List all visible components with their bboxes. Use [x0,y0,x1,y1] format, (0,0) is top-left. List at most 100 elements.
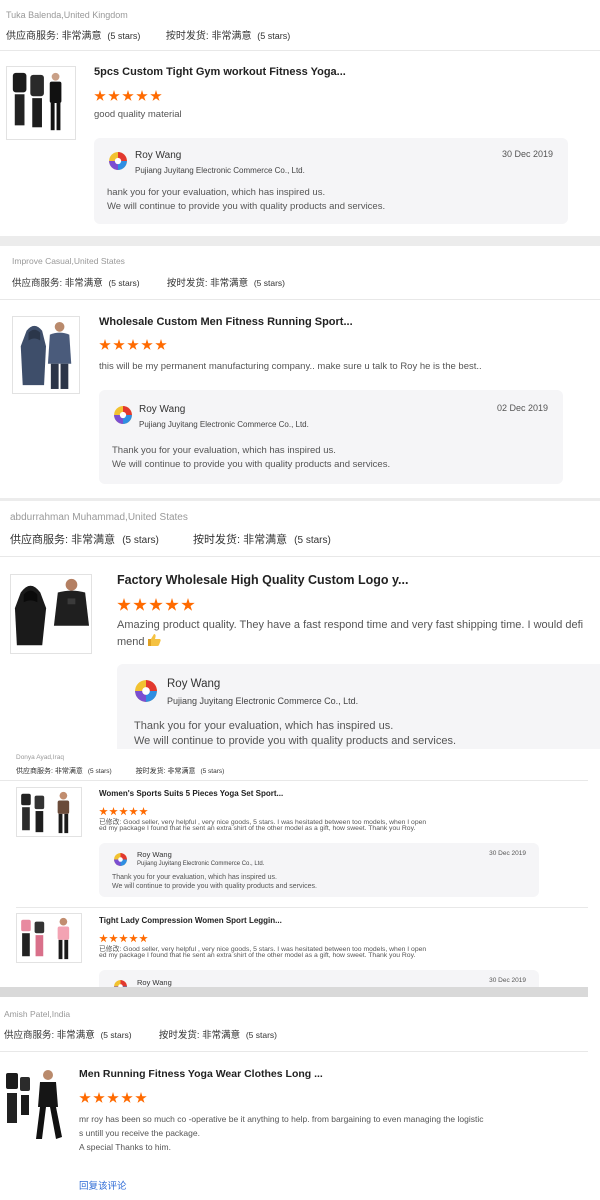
seller-reply: Roy Wang Pujiang Juyitang Electronic Com… [99,390,563,484]
reviewer-name: Amish Patel,India [4,1009,71,1019]
review-text-line-1: Amazing product quality. They have a fas… [117,619,584,631]
reply-company: Pujiang Juyitang Electronic Commerce Co.… [137,861,265,867]
product-thumbnail[interactable] [16,913,82,963]
reply-author: Roy Wang [137,850,172,859]
reply-company: Pujiang Juyitang Electronic Commerce Co.… [139,420,309,429]
shipping-value: 非常满意 [211,31,252,42]
star-icon [99,807,108,816]
product-thumbnail[interactable] [10,574,92,654]
rating-stars [117,598,197,616]
star-icon [139,807,148,816]
star-icon [117,598,131,611]
reply-line-2: We will continue to provide you with qua… [112,883,317,890]
review-text: good quality material [94,109,182,120]
seller-avatar [114,406,132,424]
rating-stars [94,90,164,106]
review-card: Tuka Balenda,United Kingdom 供应商服务: 非常满意 … [0,0,600,236]
supplier-service-label: 供应商服务: [16,768,53,775]
reviewer-name: abdurrahman Muhammad,United States [10,512,188,523]
star-icon [136,90,148,101]
seller-avatar [135,680,157,702]
supplier-service-stars: (5 stars) [122,535,159,546]
star-icon [107,1092,119,1103]
review-card: Amish Patel,India 供应商服务: 非常满意 (5 stars) … [0,997,588,1200]
shipping-label: 按时发货: [165,31,209,42]
review-text-line-2: ed my package I found that he sent an ex… [99,952,416,959]
star-icon [121,1092,133,1103]
star-icon [139,934,148,943]
reply-line-2: We will continue to provide you with qua… [112,459,391,470]
review-text-line-2: mend [117,634,161,648]
shipping-stars: (5 stars) [253,278,285,288]
review-card: Improve Casual,United States 供应商服务: 非常满意… [0,246,600,498]
star-icon [129,807,138,816]
supplier-service-value: 非常满意 [64,278,103,289]
star-icon [129,934,138,943]
shipping-value: 非常满意 [202,1030,241,1041]
reply-date: 30 Dec 2019 [489,850,526,857]
supplier-service-stars: (5 stars) [107,31,141,41]
reply-to-review-link[interactable]: 回复该评论 [79,1178,127,1192]
product-thumbnail[interactable] [16,787,82,837]
women-yoga-set-icon [21,791,70,834]
supplier-service-value: 非常满意 [71,534,116,546]
shipping-value: 非常满意 [243,534,288,546]
star-icon [150,90,162,101]
reply-author: Roy Wang [167,678,221,690]
seller-reply: Roy Wang Pujiang Juyitang Electronic Com… [94,138,568,224]
product-title[interactable]: Men Running Fitness Yoga Wear Clothes Lo… [79,1068,379,1080]
star-icon [109,934,118,943]
star-icon [165,598,179,611]
supplier-service-stars: (5 stars) [108,278,140,288]
rating-summary: 供应商服务: 非常满意 (5 stars) 按时发货: 非常满意 (5 star… [16,766,224,776]
product-thumbnail[interactable] [6,66,76,140]
reply-company: Pujiang Juyitang Electronic Commerce Co.… [135,166,305,175]
divider [0,556,600,557]
product-title[interactable]: 5pcs Custom Tight Gym workout Fitness Yo… [94,66,394,78]
rating-summary: 供应商服务: 非常满意 (5 stars) 按时发货: 非常满意 (5 star… [6,27,290,42]
star-icon [108,90,120,101]
divider [0,780,588,781]
shipping-label: 按时发货: [192,534,241,546]
rating-stars [99,339,169,355]
review-text-line-2-text: mend [117,636,145,648]
separator [0,987,588,997]
product-title[interactable]: Wholesale Custom Men Fitness Running Spo… [99,316,399,328]
hoodie-black-icon [14,578,90,646]
reply-line-1: Thank you for your evaluation, which has… [112,874,277,881]
review-text-line-2: s untill you receive the package. [79,1128,200,1138]
product-thumbnail[interactable] [12,316,80,394]
running-set-black-icon [6,1070,62,1139]
product-title[interactable]: Factory Wholesale High Quality Custom Lo… [117,573,417,587]
shipping-stars: (5 stars) [294,535,331,546]
star-icon [155,339,167,350]
rating-summary: 供应商服务: 非常满意 (5 stars) 按时发货: 非常满意 (5 star… [12,275,285,289]
review-text-line-1: mr roy has been so much co -operative be… [79,1114,484,1124]
rating-summary: 供应商服务: 非常满意 (5 stars) 按时发货: 非常满意 (5 star… [4,1027,277,1041]
supplier-service-label: 供应商服务: [4,1030,55,1041]
product-thumbnail[interactable] [4,1067,64,1143]
reply-company: Pujiang Juyitang Electronic Commerce Co.… [167,696,359,706]
reply-line-2: We will continue to provide you with qua… [134,735,457,747]
shipping-stars: (5 stars) [257,31,291,41]
reply-line-1: Thank you for your evaluation, which has… [134,720,394,732]
supplier-service-value: 非常满意 [56,1030,95,1041]
supplier-service-stars: (5 stars) [87,768,112,775]
rating-stars [79,1092,149,1108]
star-icon [119,807,128,816]
divider [0,50,600,51]
shipping-label: 按时发货: [135,768,166,775]
star-icon [99,339,111,350]
shipping-value: 非常满意 [167,768,196,775]
star-icon [149,598,163,611]
seller-reply: Roy Wang Pujiang Juyitang Electronic Com… [99,843,539,897]
reply-date: 30 Dec 2019 [501,149,553,159]
hoodie-blue-icon [20,322,72,389]
seller-avatar [109,152,127,170]
product-title[interactable]: Tight Lady Compression Women Sport Leggi… [99,916,359,925]
divider [0,299,600,300]
star-icon [127,339,139,350]
product-title[interactable]: Women's Sports Suits 5 Pieces Yoga Set S… [99,789,359,798]
tracksuit-set-black-icon [12,72,62,131]
shipping-value: 非常满意 [210,278,249,289]
